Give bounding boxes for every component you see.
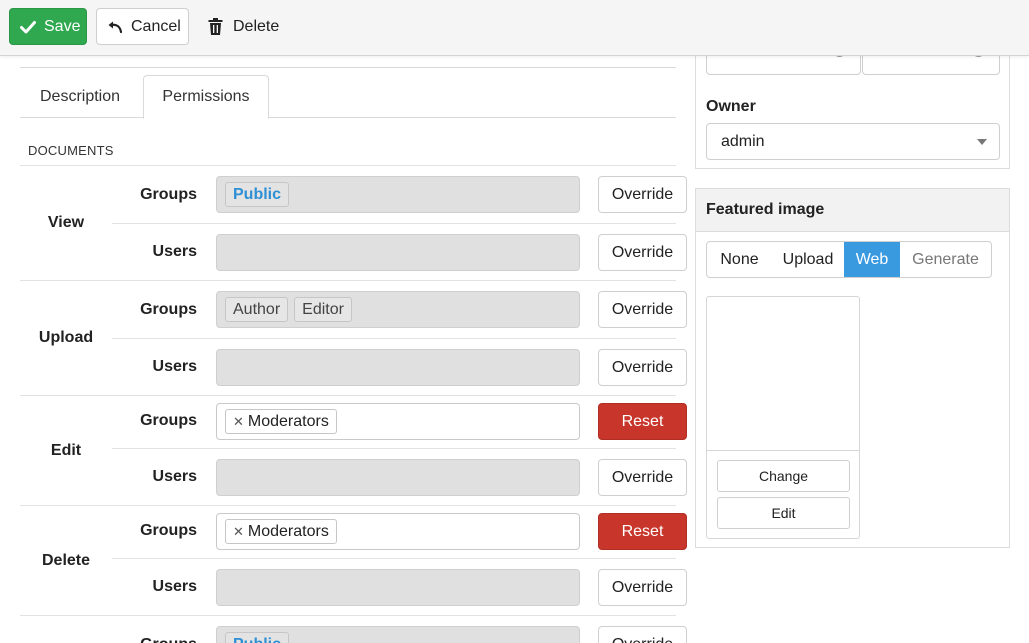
action-label: Upload: [38, 329, 94, 346]
groups-input[interactable]: ✕ Moderators: [216, 513, 580, 550]
row-label: Users: [152, 468, 197, 485]
groups-row: Groups Author Editor Override: [112, 281, 687, 338]
group-chip: ✕ Moderators: [225, 409, 337, 434]
override-button[interactable]: Override: [598, 291, 687, 328]
users-row: Users Override: [112, 223, 687, 280]
groups-field: Author Editor: [216, 291, 580, 328]
users-field: [216, 459, 580, 496]
reset-button[interactable]: Reset: [598, 513, 687, 550]
source-option-generate[interactable]: Generate: [900, 242, 991, 277]
users-field: [216, 349, 580, 386]
reset-button[interactable]: Reset: [598, 403, 687, 440]
action-label: View: [47, 214, 85, 231]
permission-group-view: View Groups Public Override Users Overri…: [20, 165, 687, 280]
section-heading: DOCUMENTS: [28, 143, 114, 158]
change-button[interactable]: Change: [717, 460, 850, 492]
users-field: [216, 234, 580, 271]
row-label: Groups: [140, 411, 197, 429]
divider: [20, 56, 676, 68]
chip-label: Moderators: [247, 522, 329, 540]
cancel-label: Cancel: [131, 17, 181, 35]
action-label: Delete: [41, 551, 91, 569]
row-label: Groups: [140, 521, 197, 539]
group-chip: Public: [225, 632, 290, 643]
undo-icon: [108, 21, 123, 33]
featured-image-panel: Featured image None Upload Web Generate …: [695, 188, 1010, 548]
groups-field: Public: [216, 626, 580, 643]
source-option-upload[interactable]: Upload: [772, 242, 844, 277]
source-option-none[interactable]: None: [707, 242, 772, 277]
delete-label: Delete: [233, 17, 280, 35]
image-source-selector: None Upload Web Generate: [706, 241, 992, 278]
row-label: Users: [152, 358, 197, 375]
image-preview: Change Edit: [706, 296, 860, 539]
preview-area: [707, 297, 859, 451]
groups-row: Groups Public Override: [112, 166, 687, 223]
permission-group-edit: Edit Groups ✕ Moderators Reset Users Over…: [20, 393, 687, 505]
save-label: Save: [44, 17, 81, 35]
chevron-down-icon: [977, 139, 987, 145]
edit-button[interactable]: Edit: [717, 497, 850, 529]
meta-panel: 19 / 02 / 2021 ✕ 12 : 09 : 46 ✕ Owner ad…: [695, 42, 1010, 169]
trash-icon: [208, 18, 223, 35]
group-chip: Editor: [294, 297, 352, 322]
tab-permissions[interactable]: Permissions: [143, 75, 269, 119]
tab-bar: Description Permissions: [20, 75, 676, 119]
owner-value: admin: [721, 132, 765, 150]
override-button[interactable]: Override: [598, 459, 687, 496]
row-label: Groups: [140, 185, 197, 203]
override-button[interactable]: Override: [598, 176, 687, 213]
users-field: [216, 569, 580, 606]
groups-input[interactable]: ✕ Moderators: [216, 403, 580, 440]
permission-group-delete: Delete Groups ✕ Moderators Reset Users Ov…: [20, 503, 687, 615]
toolbar: Save Cancel Delete: [0, 0, 1029, 56]
row-label: Groups: [112, 616, 197, 643]
cancel-button[interactable]: Cancel: [96, 8, 189, 45]
users-row: Users Override: [112, 448, 687, 505]
groups-row: Groups Public Override: [112, 616, 687, 643]
group-chip: Public: [225, 182, 290, 207]
group-chip: Author: [225, 297, 289, 322]
permissions-table: View Groups Public Override Users Overri…: [20, 165, 687, 643]
users-row: Users Override: [112, 338, 687, 395]
chip-label: Moderators: [247, 412, 329, 430]
groups-row: Groups ✕ Moderators Reset: [112, 393, 687, 448]
action-label: Edit: [50, 441, 82, 459]
override-button[interactable]: Override: [598, 234, 687, 271]
save-button[interactable]: Save: [9, 8, 87, 45]
owner-label: Owner: [706, 98, 756, 115]
owner-select[interactable]: admin: [706, 123, 1000, 160]
groups-row: Groups ✕ Moderators Reset: [112, 503, 687, 558]
tab-description[interactable]: Description: [20, 75, 140, 118]
row-label: Groups: [140, 300, 197, 318]
source-option-web[interactable]: Web: [844, 242, 900, 277]
remove-icon[interactable]: ✕: [233, 524, 244, 540]
panel-title: Featured image: [696, 189, 1009, 232]
row-label: Users: [152, 578, 197, 595]
check-icon: [20, 20, 36, 33]
group-chip: ✕ Moderators: [225, 519, 337, 544]
override-button[interactable]: Override: [598, 569, 687, 606]
delete-button[interactable]: Delete: [206, 8, 296, 45]
row-label: Users: [152, 243, 197, 260]
permission-group-next: Groups Public Override: [20, 615, 687, 643]
remove-icon[interactable]: ✕: [233, 414, 244, 430]
override-button[interactable]: Override: [598, 626, 687, 643]
override-button[interactable]: Override: [598, 349, 687, 386]
permission-group-upload: Upload Groups Author Editor Override Use…: [20, 280, 687, 395]
users-row: Users Override: [112, 558, 687, 615]
groups-field: Public: [216, 176, 580, 213]
